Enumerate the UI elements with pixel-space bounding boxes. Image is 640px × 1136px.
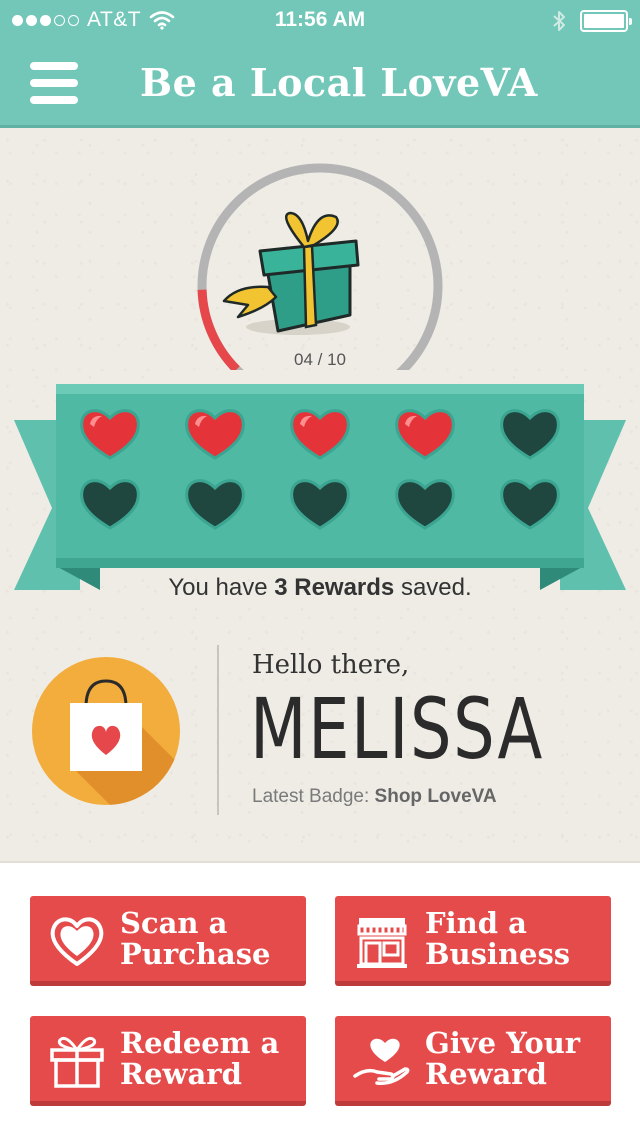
empty-heart-icon <box>290 479 350 530</box>
shopping-bag-icon <box>32 657 180 805</box>
find-business-button[interactable]: Find a Business <box>335 896 611 986</box>
heart-icon <box>50 917 104 966</box>
scan-purchase-button[interactable]: Scan a Purchase <box>30 896 306 986</box>
empty-heart-icon <box>395 479 455 530</box>
progress-count: 04 / 10 <box>294 350 346 369</box>
find-business-label: Find a Business <box>425 906 571 971</box>
heart-hand-icon <box>353 1038 410 1086</box>
hamburger-icon[interactable] <box>30 62 78 106</box>
empty-heart-icon <box>185 479 245 530</box>
storefront-icon <box>357 918 407 968</box>
gift-icon <box>50 1036 104 1088</box>
filled-heart-icon <box>185 409 245 460</box>
profile-divider <box>217 645 219 815</box>
empty-heart-icon <box>500 409 560 460</box>
greeting: Hello there, <box>252 650 410 680</box>
empty-heart-icon <box>80 479 140 530</box>
empty-heart-icon <box>500 479 560 530</box>
scan-purchase-label: Scan a Purchase <box>120 906 271 971</box>
heart-row <box>76 472 564 534</box>
filled-heart-icon <box>290 409 350 460</box>
heart-row <box>76 402 564 464</box>
battery-icon <box>580 10 632 32</box>
latest-badge: Latest Badge: Shop LoveVA <box>252 786 497 807</box>
clock: 11:56 AM <box>274 8 366 31</box>
page-title: Be a Local LoveVA <box>140 60 538 105</box>
nav-bar: Be a Local LoveVA <box>0 40 640 128</box>
actions-panel: Scan a Purchase Find a Business Redeem a… <box>0 865 640 1136</box>
redeem-reward-button[interactable]: Redeem a Reward <box>30 1016 306 1106</box>
give-reward-button[interactable]: Give Your Reward <box>335 1016 611 1106</box>
redeem-reward-label: Redeem a Reward <box>120 1026 280 1091</box>
status-bar: AT&T 11:56 AM <box>0 0 640 40</box>
gift-icon <box>222 211 360 335</box>
bluetooth-icon <box>553 11 565 31</box>
hearts-grid <box>76 402 564 542</box>
filled-heart-icon <box>395 409 455 460</box>
give-reward-label: Give Your Reward <box>425 1026 581 1091</box>
filled-heart-icon <box>80 409 140 460</box>
rewards-saved-text: You have 3 Rewards saved. <box>168 574 472 601</box>
user-name: MELISSA <box>250 680 544 778</box>
